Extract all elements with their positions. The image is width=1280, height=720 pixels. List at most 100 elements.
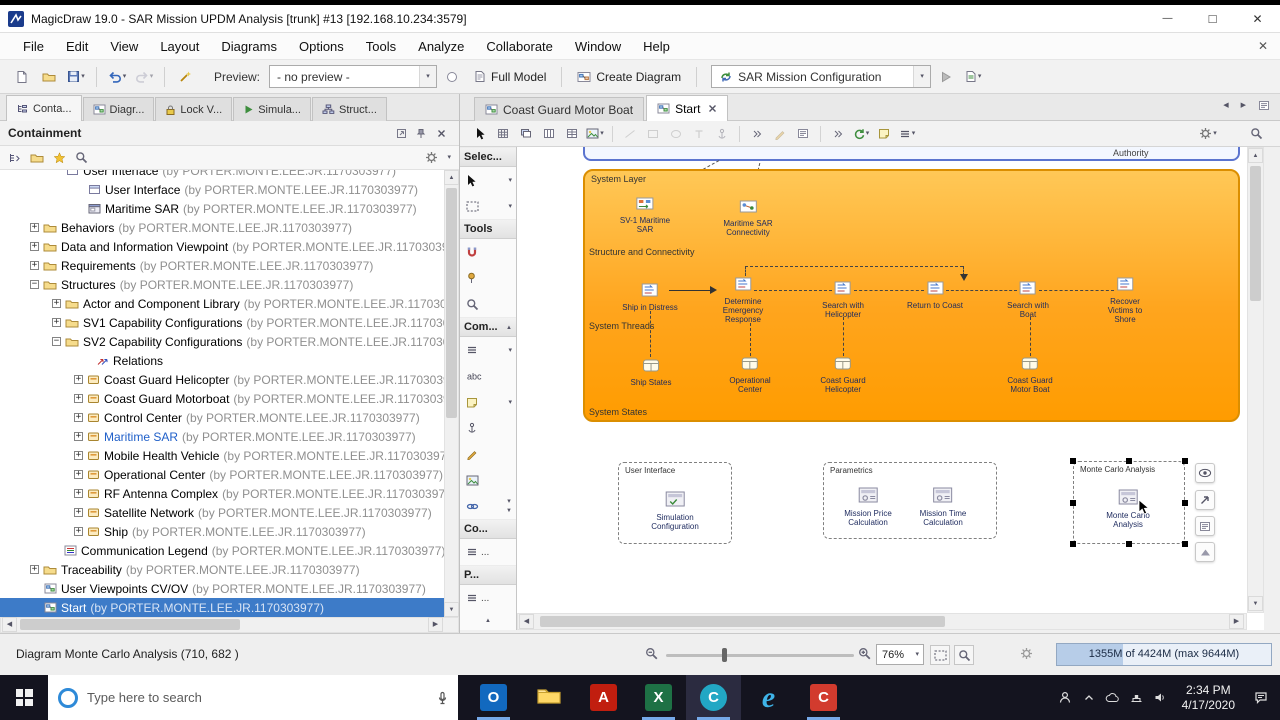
zoom-palette-item[interactable] [460,291,516,317]
zoom-selection-button[interactable] [954,645,974,665]
run-configuration-button[interactable] [934,64,958,90]
open-project-button[interactable] [37,64,61,90]
diagram-node-search-with[interactable]: Search with Helicopter [822,281,864,319]
scroll-tabs-left-icon[interactable] [1223,102,1228,109]
fit-in-window-button[interactable] [930,645,950,665]
selection-handle[interactable] [1126,458,1132,464]
show-hidden-icons-icon[interactable] [1077,675,1101,720]
palette-section-com[interactable]: Com... [460,317,516,337]
pin-palette-item[interactable] [460,265,516,291]
expand-icon[interactable]: + [74,489,83,498]
pin-panel-button[interactable] [411,128,431,139]
selection-handle[interactable] [1070,541,1076,547]
full-model-toggle[interactable]: Full Model [467,64,553,90]
tree-item-behaviors[interactable]: + Behaviors (by PORTER.MONTE.LEE.JR.117030… [0,218,444,237]
favorites-icon[interactable] [53,151,66,164]
redo-button[interactable] [132,64,156,90]
expand-icon[interactable]: + [30,242,39,251]
action-center-button[interactable] [1244,675,1278,720]
zoom-in-icon[interactable] [858,647,871,660]
selection-handle[interactable] [1182,458,1188,464]
diagram-node-operational[interactable]: Operational Center [729,357,771,394]
preview-dropdown[interactable]: - no preview - [269,65,438,88]
gear-icon[interactable] [1020,647,1033,660]
editor-tab-start[interactable]: Start [646,95,729,121]
scroll-down-button[interactable] [444,602,459,617]
diagram-node-coast-guard[interactable]: Coast Guard Helicopter [820,357,866,394]
diagram-node-mission-price[interactable]: Mission Price Calculation [844,487,892,527]
taskbar-search[interactable]: Type here to search [48,675,458,720]
tree-item-satellite-network[interactable]: + Satellite Network (by PORTER.MONTE.LEE.J… [0,503,444,522]
onedrive-icon[interactable] [1101,675,1125,720]
maximize-button[interactable] [1190,5,1235,32]
tree-item-structures[interactable]: − Structures (by PORTER.MONTE.LEE.JR.11703… [0,275,444,294]
note-tool-button[interactable] [874,124,894,144]
selection-handle[interactable] [1070,499,1076,506]
palette-section-p[interactable]: P... [460,565,516,585]
image-palette-item[interactable] [460,467,516,493]
volume-icon[interactable] [1149,675,1173,720]
scroll-right-button[interactable] [428,617,443,632]
file-explorer-taskbar-button[interactable] [521,675,576,720]
expand-icon[interactable]: + [74,413,83,422]
expand-icon[interactable]: + [74,508,83,517]
create-diagram-button[interactable]: Create Diagram [570,64,688,90]
image-tool-button[interactable] [585,124,605,144]
scroll-up-icon[interactable] [506,324,512,331]
scroll-up-button[interactable] [444,170,459,185]
excel-taskbar-button[interactable]: X [631,675,686,720]
diagram-canvas[interactable]: Authority System Layer Structure and Con… [517,147,1247,613]
tree-item-control-center[interactable]: + Control Center (by PORTER.MONTE.LEE.JR.1… [0,408,444,427]
expand-icon[interactable]: + [74,432,83,441]
tree-item-start[interactable]: Start (by PORTER.MONTE.LEE.JR.1170303977) [0,598,444,617]
menu-layout[interactable]: Layout [149,33,210,59]
diagram-node-determine[interactable]: Determine Emergency Response [723,277,763,324]
start-button[interactable] [0,675,48,720]
marquee-palette-item[interactable] [460,193,516,219]
diagram-options-button[interactable] [1198,124,1218,144]
magnet-palette-item[interactable] [460,239,516,265]
expand-icon[interactable]: + [52,299,61,308]
palette-section-selec[interactable]: Selec... [460,147,516,167]
scroll-tabs-right-icon[interactable] [1241,102,1246,109]
chevrons-tool-button[interactable] [828,124,848,144]
microphone-icon[interactable] [437,691,448,705]
cursor-palette-item[interactable] [460,167,516,193]
scroll-left-button[interactable] [2,617,17,632]
tree-item-operational-center[interactable]: + Operational Center (by PORTER.MONTE.LEE.… [0,465,444,484]
tree-options-icon[interactable] [8,152,21,164]
new-project-button[interactable] [10,64,34,90]
menu-tool-button[interactable] [897,124,917,144]
collapse-button[interactable] [1195,542,1215,562]
canvas-scrollbar-thumb[interactable] [1250,166,1261,301]
editor-tab-coast-guard-motor-boat[interactable]: Coast Guard Motor Boat [474,97,645,121]
diagram-node-mission-time[interactable]: Mission Time Calculation [920,487,966,527]
menu-window[interactable]: Window [564,33,632,59]
tree-item-requirements[interactable]: + Requirements (by PORTER.MONTE.LEE.JR.117… [0,256,444,275]
validate-button[interactable] [173,64,197,90]
scroll-right-button[interactable] [1229,614,1244,629]
menu-edit[interactable]: Edit [55,33,99,59]
diagram-node-coast-guard[interactable]: Coast Guard Motor Boat [1007,357,1053,394]
panel-tab-simula[interactable]: Simula... [233,97,311,121]
tree-item-sv1-capability-configurations[interactable]: + SV1 Capability Configurations (by PORTER… [0,313,444,332]
diagram-node-sv-1-maritime[interactable]: SV-1 Maritime SAR [620,197,670,234]
palette-section-co[interactable]: Co... [460,519,516,539]
expand-icon[interactable]: + [30,223,39,232]
scroll-left-button[interactable] [519,614,534,629]
tree-item-maritime-sar[interactable]: + Maritime SAR (by PORTER.MONTE.LEE.JR.117… [0,427,444,446]
minimize-button[interactable] [1145,5,1190,32]
people-icon[interactable] [1053,675,1077,720]
scroll-down-button[interactable] [1248,596,1263,611]
tab-close-icon[interactable] [708,104,717,113]
expand-icon[interactable]: + [30,261,39,270]
scroll-down-icon[interactable] [506,507,512,514]
menu-file[interactable]: File [12,33,55,59]
show-element-button[interactable] [1195,463,1215,483]
tree-item-coast-guard-motorboat[interactable]: + Coast Guard Motorboat (by PORTER.MONTE.L… [0,389,444,408]
tree-item-ship[interactable]: + Ship (by PORTER.MONTE.LEE.JR.1170303977) [0,522,444,541]
diagram-node-ship-states[interactable]: Ship States [631,359,671,387]
outlook-taskbar-button[interactable]: O [466,675,521,720]
camtasia-recorder-taskbar-button[interactable]: C [796,675,851,720]
tree-item-actor-and-component-library[interactable]: + Actor and Component Library (by PORTER.M… [0,294,444,313]
